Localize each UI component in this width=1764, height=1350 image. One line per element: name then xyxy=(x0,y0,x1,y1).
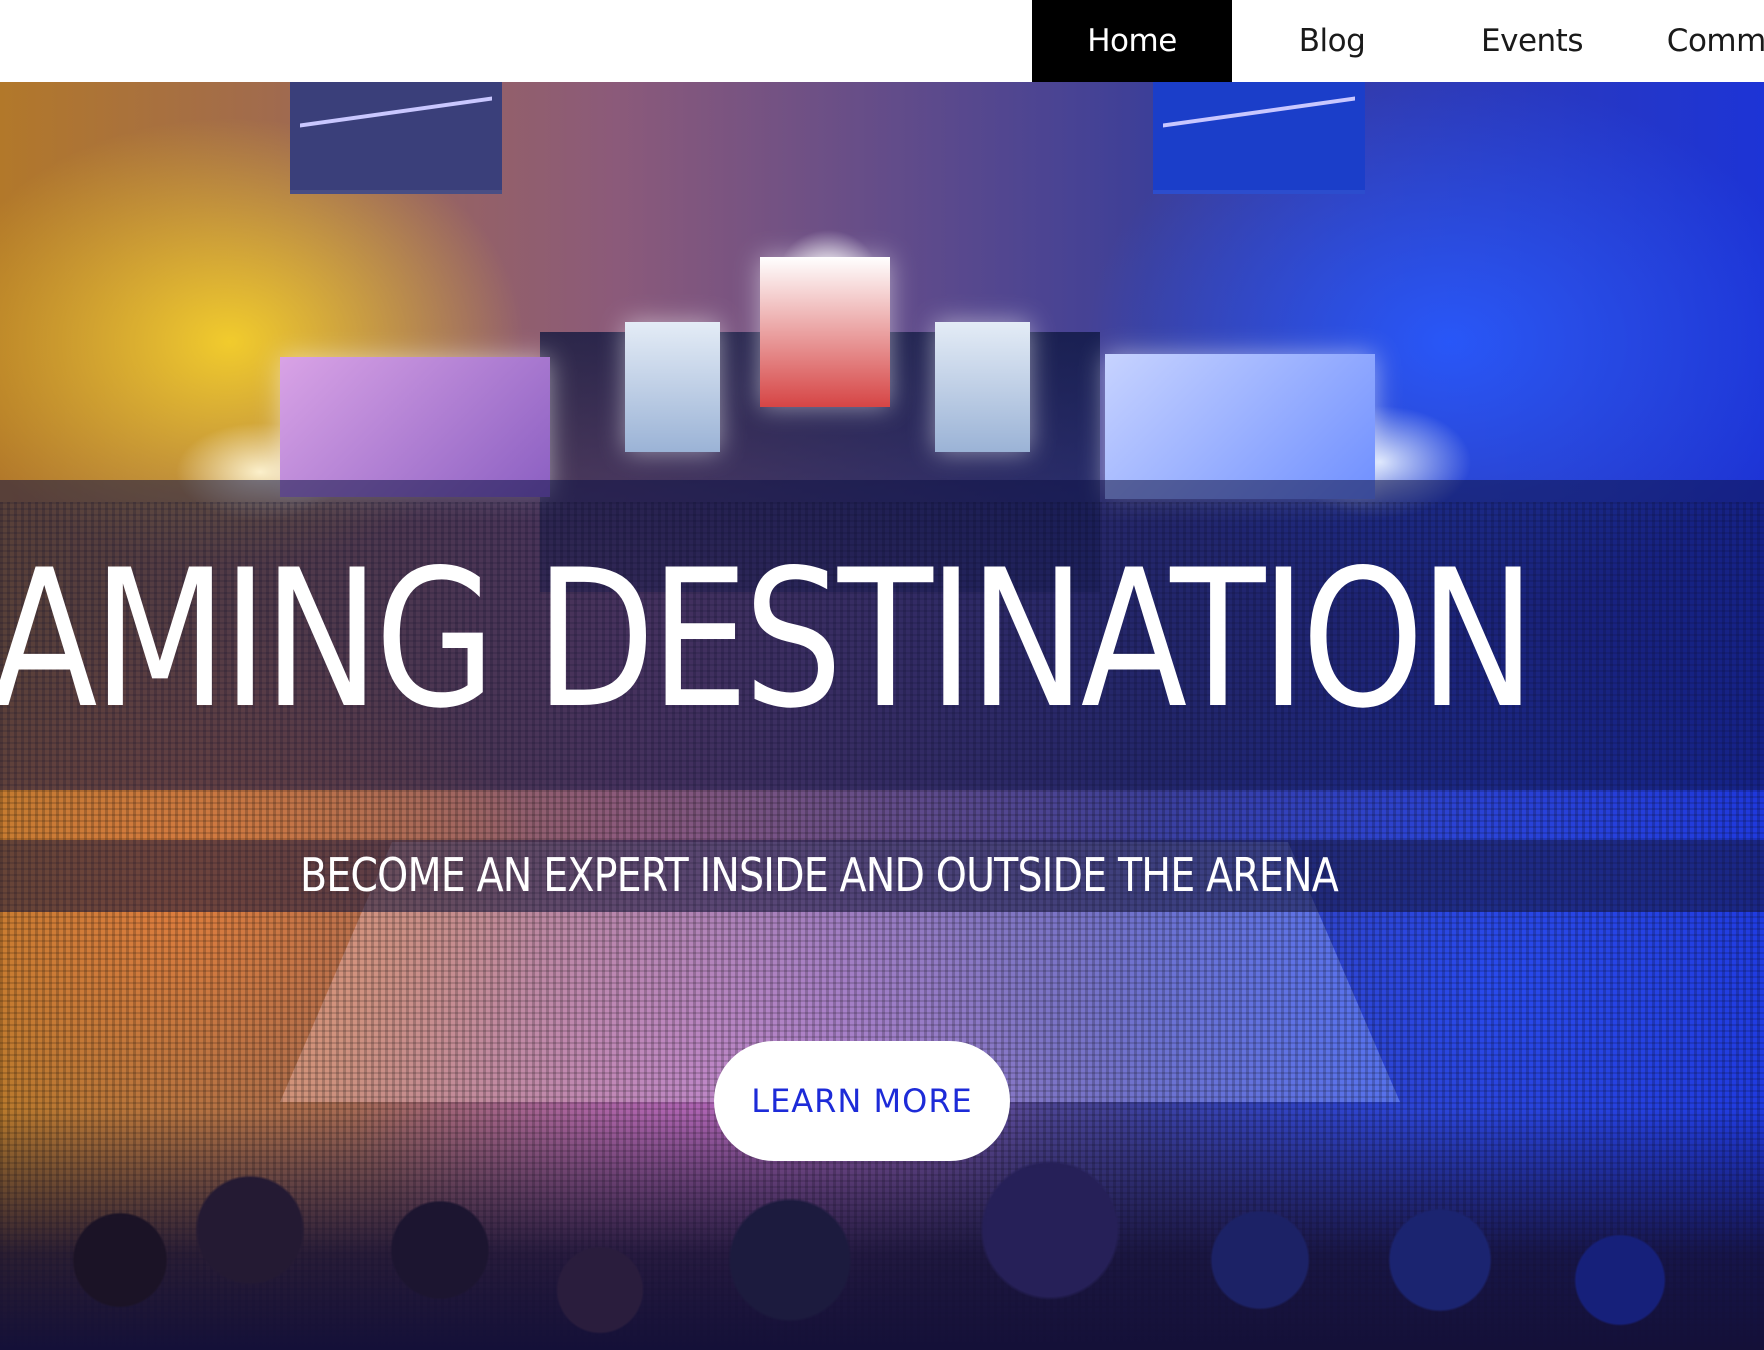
hero-title: AMING DESTINATION xyxy=(0,529,1536,750)
arena-screen-center-right xyxy=(935,322,1030,452)
site-header: Home Blog Events Commur xyxy=(0,0,1764,82)
title-clip: AMING DESTINATION xyxy=(0,480,1764,840)
page: Home Blog Events Commur AMING DESTINATIO… xyxy=(0,0,1764,1350)
main-nav: Home Blog Events Commur xyxy=(1032,0,1764,82)
nav-item-events[interactable]: Events xyxy=(1432,0,1632,82)
arena-screen-center xyxy=(760,257,890,407)
nav-item-blog[interactable]: Blog xyxy=(1232,0,1432,82)
arena-screen-right xyxy=(1105,354,1375,499)
arena-screen-center-left xyxy=(625,322,720,452)
hero-subtitle: BECOME AN EXPERT INSIDE AND OUTSIDE THE … xyxy=(300,848,1339,902)
nav-item-home[interactable]: Home xyxy=(1032,0,1232,82)
ceiling-banner-left xyxy=(290,82,502,194)
arena-screen-left xyxy=(280,357,550,497)
learn-more-button[interactable]: LEARN MORE xyxy=(714,1041,1010,1161)
nav-item-community[interactable]: Commur xyxy=(1632,0,1764,82)
ceiling-banner-right xyxy=(1153,82,1365,194)
